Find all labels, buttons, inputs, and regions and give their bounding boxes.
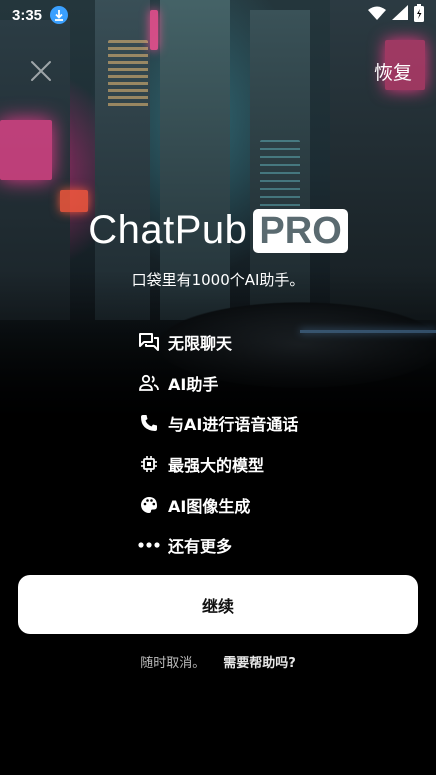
status-time: 3:35 <box>12 6 43 24</box>
window-lights <box>108 40 148 110</box>
tagline: 口袋里有1000个AI助手。 <box>131 271 305 289</box>
feature-item-unlimited-chat: 无限聊天 <box>138 322 298 363</box>
brand-name: ChatPub <box>88 208 248 252</box>
signal-icon <box>392 5 408 25</box>
battery-icon <box>414 3 424 27</box>
cancel-anytime-text: 随时取消。 <box>140 656 206 671</box>
footer: 随时取消。 需要帮助吗? <box>0 652 436 671</box>
feature-item-more: 还有更多 <box>138 525 298 566</box>
neon-sign <box>0 120 52 180</box>
feature-label: AI助手 <box>168 374 219 394</box>
palette-icon <box>138 494 160 516</box>
phone-icon <box>138 412 160 434</box>
more-icon <box>138 534 160 556</box>
feature-item-voice-call: 与AI进行语音通话 <box>138 403 298 444</box>
feature-label: 还有更多 <box>168 537 233 557</box>
status-bar: 3:35 <box>0 0 436 30</box>
restore-purchase-button[interactable]: 恢复 <box>374 58 412 85</box>
brand-logo: ChatPub PRO <box>0 208 436 253</box>
status-icons <box>368 3 424 27</box>
feature-label: AI图像生成 <box>168 496 251 516</box>
feature-label: 最强大的模型 <box>168 456 265 476</box>
people-icon <box>138 372 160 394</box>
feature-item-image-generation: AI图像生成 <box>138 484 298 525</box>
continue-button[interactable]: 继续 <box>18 575 418 634</box>
feature-label: 与AI进行语音通话 <box>168 415 299 435</box>
chip-icon <box>138 453 160 475</box>
feature-label: 无限聊天 <box>168 334 233 354</box>
close-icon[interactable] <box>28 58 54 84</box>
feature-list: 无限聊天 AI助手 与AI进行语音通话 最强大的模型 AI图像生成 还有更多 <box>138 322 298 566</box>
feature-item-ai-assistant: AI助手 <box>138 363 298 404</box>
help-link[interactable]: 需要帮助吗? <box>223 652 296 671</box>
pro-badge: PRO <box>253 208 348 253</box>
chat-icon <box>138 331 160 353</box>
wifi-icon <box>368 6 386 25</box>
download-icon <box>50 6 69 24</box>
feature-item-powerful-model: 最强大的模型 <box>138 444 298 485</box>
